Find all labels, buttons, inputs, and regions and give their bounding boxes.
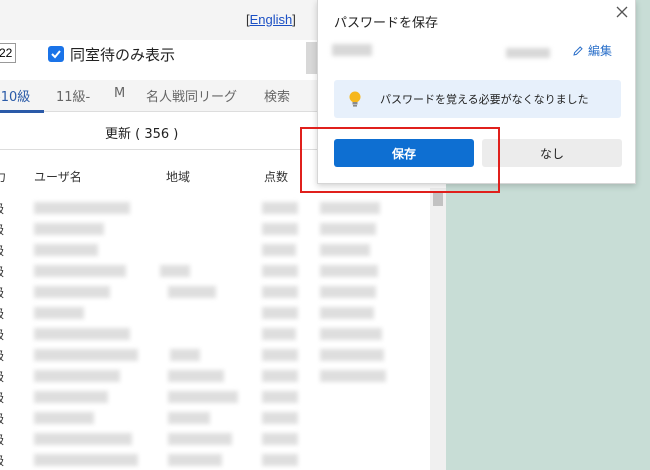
wait-only-label: 同室待のみ表示 <box>70 46 176 64</box>
table-row[interactable]: 級 <box>0 240 430 261</box>
table-row[interactable]: 級 <box>0 408 430 429</box>
table-row[interactable]: 級 <box>0 387 430 408</box>
rank-cell: 級 <box>0 452 4 469</box>
rank-cell: 級 <box>0 389 4 406</box>
annotation-highlight-box <box>300 127 500 193</box>
edit-button[interactable]: 編集 <box>572 42 612 59</box>
bracket-close: ] <box>292 12 296 27</box>
check-icon <box>51 50 61 59</box>
scrollbar-thumb[interactable] <box>433 192 443 206</box>
rank-cell: 級 <box>0 305 4 322</box>
table-row[interactable]: 級 <box>0 429 430 450</box>
tab-search[interactable]: 検索 <box>264 86 290 105</box>
rank-cell: 級 <box>0 242 4 259</box>
info-banner: パスワードを覚える必要がなくなりました <box>334 80 621 118</box>
table-row[interactable]: 級 <box>0 282 430 303</box>
tab-10kyu[interactable]: -10級 <box>0 86 30 105</box>
rank-cell: 級 <box>0 284 4 301</box>
rank-cell: 級 <box>0 347 4 364</box>
rank-cell: 級 <box>0 326 4 343</box>
rank-cell: 級 <box>0 221 4 238</box>
column-header-username: ユーザ名 <box>34 170 82 184</box>
table-row[interactable]: 級 <box>0 450 430 470</box>
tab-m[interactable]: M <box>114 86 125 101</box>
close-icon[interactable] <box>614 4 630 20</box>
rank-cell: 級 <box>0 410 4 427</box>
refresh-label: 更新 ( 356 ) <box>105 127 179 142</box>
rank-cell: 級 <box>0 263 4 280</box>
saved-username <box>332 44 372 56</box>
column-header-points: 点数 <box>264 170 289 184</box>
saved-password <box>506 48 550 58</box>
rank-cell: 級 <box>0 200 4 217</box>
info-text: パスワードを覚える必要がなくなりました <box>380 93 589 106</box>
table-row[interactable]: 級 <box>0 345 430 366</box>
tab-meijin-league[interactable]: 名人戦同リーグ <box>146 86 237 105</box>
edit-label: 編集 <box>588 44 613 58</box>
wait-only-checkbox[interactable] <box>48 46 64 62</box>
english-link[interactable]: English <box>250 12 293 27</box>
table-row[interactable]: 級 <box>0 261 430 282</box>
tab-11kyu[interactable]: 11級- <box>56 86 90 105</box>
table-row[interactable]: 級 <box>0 198 430 219</box>
language-switch: [English] <box>246 12 296 27</box>
dialog-title: パスワードを保存 <box>334 16 439 31</box>
table-row[interactable]: 級 <box>0 303 430 324</box>
pencil-icon <box>573 46 583 56</box>
column-header-region: 地域 <box>166 170 191 184</box>
table-row[interactable]: 級 <box>0 324 430 345</box>
table-row[interactable]: 級 <box>0 219 430 240</box>
user-table-body: 級 級 級 級 級 級 級 級 級 級 級 級 級 <box>0 198 430 470</box>
table-scrollbar[interactable] <box>430 188 446 470</box>
column-header-rank: 力 <box>0 170 7 184</box>
number-input[interactable] <box>0 43 16 63</box>
lightbulb-icon <box>349 91 361 107</box>
rank-cell: 級 <box>0 431 4 448</box>
active-tab-indicator <box>0 110 44 113</box>
never-button[interactable]: なし <box>482 139 622 167</box>
rank-cell: 級 <box>0 368 4 385</box>
table-row[interactable]: 級 <box>0 366 430 387</box>
